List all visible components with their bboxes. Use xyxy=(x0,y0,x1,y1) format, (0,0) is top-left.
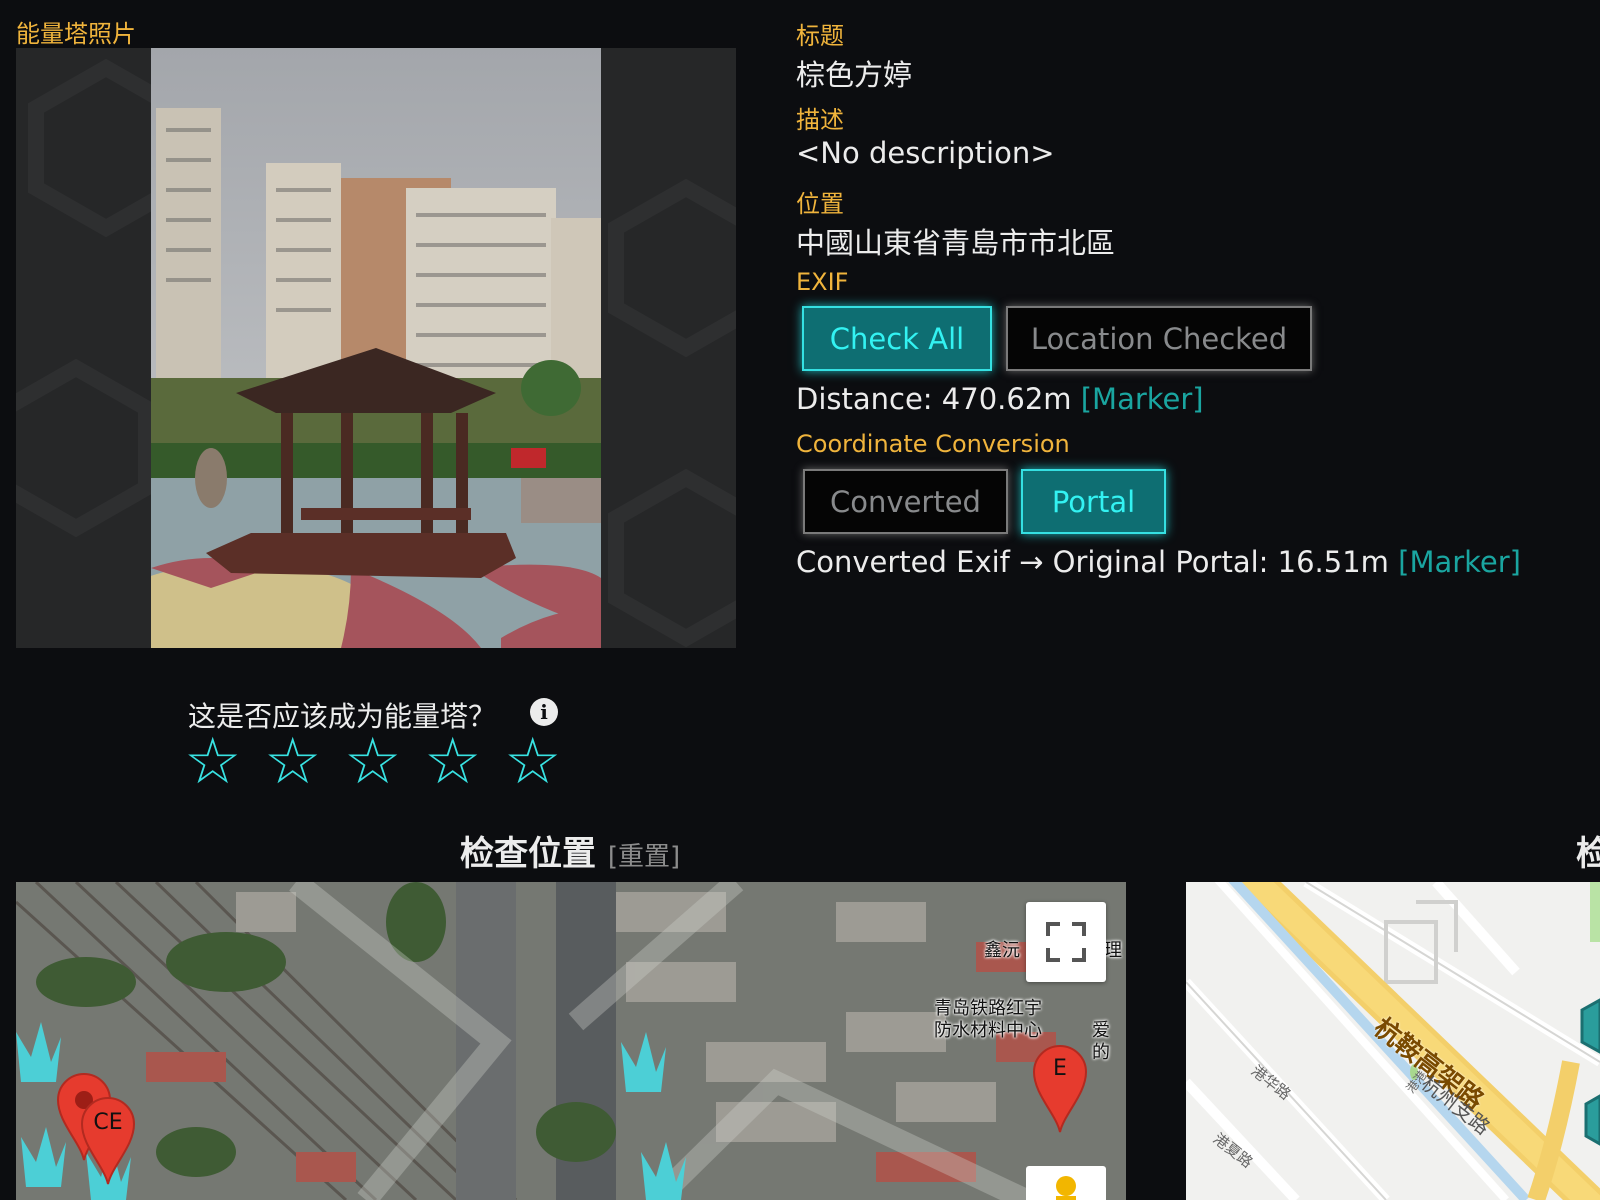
photo-section-label: 能量塔照片 xyxy=(16,20,136,48)
portal-button[interactable]: Portal xyxy=(1021,469,1166,534)
portal-photo-image xyxy=(151,48,601,648)
rating-star-3[interactable]: ☆ xyxy=(344,730,401,794)
distance-text: Distance: 470.62m xyxy=(796,382,1072,416)
location-value: 中國山東省青島市市北區 xyxy=(796,226,1116,260)
street-map[interactable]: 杭鞍高架路 杭州支路 港华路 港夏路 港港 xyxy=(1186,882,1600,1200)
pegman-icon xyxy=(1056,1176,1076,1200)
description-label: 描述 xyxy=(796,106,844,134)
location-check-title-text: 检查位置 xyxy=(460,834,596,874)
title-value: 棕色方婷 xyxy=(796,58,913,92)
map-label-place-4: 爱的 xyxy=(1092,1020,1110,1063)
reset-link[interactable]: [重置] xyxy=(608,842,680,872)
info-icon[interactable]: i xyxy=(530,698,558,726)
street-view-pegman-button[interactable] xyxy=(1026,1166,1106,1200)
portal-photo-frame xyxy=(16,48,736,648)
fullscreen-button[interactable] xyxy=(1026,902,1106,982)
check-all-button[interactable]: Check All xyxy=(802,306,992,371)
e-marker-label: E xyxy=(1053,1056,1067,1081)
converted-distance-text: Converted Exif → Original Portal: 16.51m xyxy=(796,545,1389,579)
distance-marker-link[interactable]: [Marker] xyxy=(1081,382,1204,416)
map-label-place-3-line1: 青岛铁路红宇 xyxy=(934,998,1042,1019)
converted-button[interactable]: Converted xyxy=(803,469,1008,534)
coordinate-conversion-label: Coordinate Conversion xyxy=(796,430,1070,458)
rating-star-5[interactable]: ☆ xyxy=(504,730,561,794)
satellite-map[interactable]: 鑫沅 理 青岛铁路红宇 防水材料中心 爱的 E CE xyxy=(16,882,1126,1200)
rating-star-1[interactable]: ☆ xyxy=(184,730,241,794)
ce-marker-label: CE xyxy=(93,1110,123,1135)
description-value: <No description> xyxy=(796,136,1055,170)
right-map-title: 检 xyxy=(1576,834,1600,874)
location-label: 位置 xyxy=(796,190,844,218)
e-marker[interactable]: E xyxy=(1032,1044,1088,1134)
map-label-place-3-line2: 防水材料中心 xyxy=(934,1020,1042,1041)
map-label-place-2: 理 xyxy=(1104,940,1122,961)
title-label: 标题 xyxy=(796,22,844,50)
converted-marker-link[interactable]: [Marker] xyxy=(1398,545,1521,579)
distance-row: Distance: 470.62m [Marker] xyxy=(796,382,1204,416)
fullscreen-icon xyxy=(1046,922,1086,962)
rating-star-4[interactable]: ☆ xyxy=(424,730,481,794)
rating-star-2[interactable]: ☆ xyxy=(264,730,321,794)
location-checked-button[interactable]: Location Checked xyxy=(1006,306,1312,371)
location-check-title: 检查位置 [重置] xyxy=(460,826,680,875)
map-label-place-1: 鑫沅 xyxy=(984,940,1020,961)
exif-label: EXIF xyxy=(796,268,849,296)
portal-photo[interactable] xyxy=(151,48,601,648)
ce-marker[interactable]: CE xyxy=(80,1096,136,1186)
converted-distance-row: Converted Exif → Original Portal: 16.51m… xyxy=(796,545,1521,579)
